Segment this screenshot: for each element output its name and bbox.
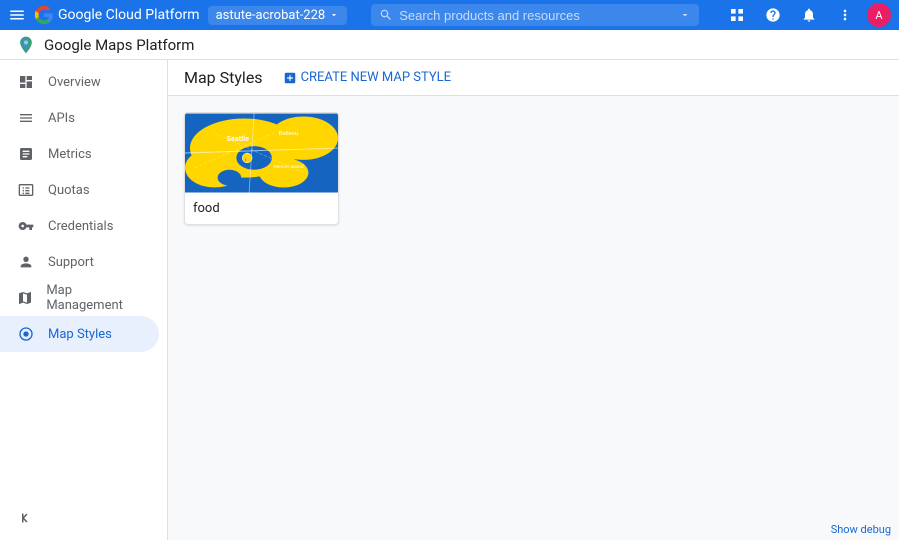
sidebar-item-map-styles[interactable]: Map Styles xyxy=(0,316,159,352)
page-title: Map Styles xyxy=(184,68,263,87)
sidebar-label-overview: Overview xyxy=(48,75,101,90)
svg-text:i: i xyxy=(245,157,246,163)
project-selector[interactable]: astute-acrobat-228 xyxy=(208,6,348,25)
content-area: Map Styles CREATE NEW MAP STYLE xyxy=(168,60,899,540)
map-style-card[interactable]: Seattle Bellevu i Mercer Island food xyxy=(184,112,339,225)
subheader: Google Maps Platform xyxy=(0,30,899,60)
sidebar-label-quotas: Quotas xyxy=(48,183,90,198)
map-management-icon xyxy=(16,290,34,306)
create-new-map-style-button[interactable]: CREATE NEW MAP STYLE xyxy=(275,66,459,89)
sidebar: Overview APIs Metrics Quotas Credentials xyxy=(0,60,168,540)
sidebar-item-credentials[interactable]: Credentials xyxy=(0,208,159,244)
topbar-title: Google Cloud Platform xyxy=(58,7,200,23)
cards-area: Seattle Bellevu i Mercer Island food xyxy=(168,96,899,241)
grid-button[interactable] xyxy=(723,1,751,29)
search-icon xyxy=(379,8,393,22)
topbar-right: A xyxy=(723,1,891,29)
map-styles-icon xyxy=(16,326,36,342)
svg-text:Bellevu: Bellevu xyxy=(279,131,298,137)
sidebar-label-credentials: Credentials xyxy=(48,219,113,234)
add-icon xyxy=(283,71,297,85)
search-bar[interactable] xyxy=(371,4,699,26)
map-thumbnail-svg: Seattle Bellevu i Mercer Island xyxy=(185,113,338,193)
sidebar-label-map-styles: Map Styles xyxy=(48,327,112,342)
subheader-app-title: Google Maps Platform xyxy=(44,36,194,54)
credentials-icon xyxy=(16,218,36,234)
sidebar-item-support[interactable]: Support xyxy=(0,244,159,280)
search-input[interactable] xyxy=(399,8,673,23)
map-card-label: food xyxy=(185,193,338,224)
sidebar-item-metrics[interactable]: Metrics xyxy=(0,136,159,172)
topbar-logo: Google Cloud Platform xyxy=(34,5,200,25)
sidebar-item-apis[interactable]: APIs xyxy=(0,100,159,136)
quotas-icon xyxy=(16,182,36,198)
sidebar-label-apis: APIs xyxy=(48,111,75,126)
sidebar-item-quotas[interactable]: Quotas xyxy=(0,172,159,208)
show-debug-button[interactable]: Show debug xyxy=(823,519,899,540)
svg-text:Mercer Island: Mercer Island xyxy=(274,164,304,170)
map-card-thumbnail: Seattle Bellevu i Mercer Island xyxy=(185,113,338,193)
content-header: Map Styles CREATE NEW MAP STYLE xyxy=(168,60,899,96)
sidebar-collapse-button[interactable] xyxy=(0,501,167,540)
sidebar-label-support: Support xyxy=(48,255,94,270)
topbar: Google Cloud Platform astute-acrobat-228… xyxy=(0,0,899,30)
metrics-icon xyxy=(16,146,36,162)
sidebar-item-overview[interactable]: Overview xyxy=(0,64,159,100)
avatar[interactable]: A xyxy=(867,3,891,27)
sidebar-item-map-management[interactable]: Map Management xyxy=(0,280,159,316)
search-dropdown-icon xyxy=(679,9,691,21)
menu-icon[interactable] xyxy=(8,6,26,24)
apis-icon xyxy=(16,110,36,126)
maps-logo xyxy=(16,35,36,55)
more-button[interactable] xyxy=(831,1,859,29)
help-button[interactable] xyxy=(759,1,787,29)
support-icon xyxy=(16,254,36,270)
main-layout: Overview APIs Metrics Quotas Credentials xyxy=(0,60,899,540)
overview-icon xyxy=(16,74,36,90)
svg-text:Seattle: Seattle xyxy=(226,136,249,143)
sidebar-label-map-management: Map Management xyxy=(46,283,143,313)
create-button-label: CREATE NEW MAP STYLE xyxy=(301,70,451,85)
notifications-button[interactable] xyxy=(795,1,823,29)
sidebar-label-metrics: Metrics xyxy=(48,147,92,162)
